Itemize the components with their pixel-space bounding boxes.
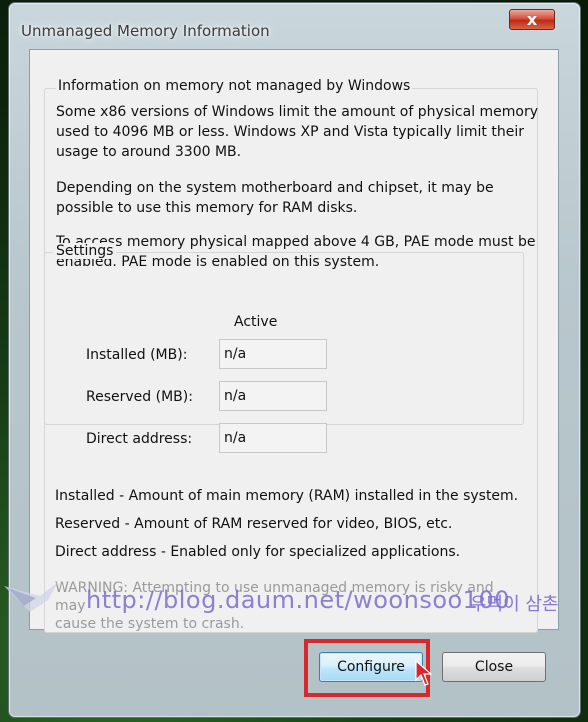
definition-installed: Installed - Amount of main memory (RAM) … [55, 488, 519, 504]
info-group-title: Information on memory not managed by Win… [56, 78, 413, 94]
definition-direct: Direct address - Enabled only for specia… [55, 544, 461, 560]
info-para1-line1: Some x86 versions of Windows limit the a… [56, 104, 539, 120]
watermark-korean: 우먹이 삼촌 [470, 594, 559, 615]
close-window-button[interactable]: x [509, 9, 555, 30]
mouse-cursor-icon [415, 660, 433, 686]
installed-value-field: n/a [219, 339, 327, 369]
info-para1-line3: usage to around 3300 MB. [56, 144, 242, 160]
red-highlight-box [304, 639, 430, 697]
info-para2-line2: possible to use this memory for RAM disk… [56, 200, 358, 216]
reserved-label: Reserved (MB): [86, 389, 193, 405]
close-button[interactable]: Close [442, 652, 546, 682]
info-para1-line2: used to 4096 MB or less. Windows XP and … [56, 124, 524, 140]
watermark-url: http://blog.daum.net/woonsoo100 [86, 586, 510, 614]
window-title: Unmanaged Memory Information [21, 22, 270, 40]
warning-line2: cause the system to crash. [55, 616, 245, 632]
info-para3-line1: To access memory physical mapped above 4… [56, 234, 536, 250]
direct-address-label: Direct address: [86, 431, 193, 447]
settings-title: Settings [53, 243, 117, 259]
direct-address-value-field: n/a [219, 423, 327, 453]
installed-label: Installed (MB): [86, 347, 188, 363]
definition-reserved: Reserved - Amount of RAM reserved for vi… [55, 516, 453, 532]
active-column-header: Active [234, 314, 278, 330]
bird-watermark-icon [4, 582, 58, 612]
close-icon: x [526, 9, 538, 29]
title-bar[interactable]: Unmanaged Memory Information x [9, 3, 580, 41]
reserved-value-field: n/a [219, 381, 327, 411]
info-para2-line1: Depending on the system motherboard and … [56, 180, 494, 196]
